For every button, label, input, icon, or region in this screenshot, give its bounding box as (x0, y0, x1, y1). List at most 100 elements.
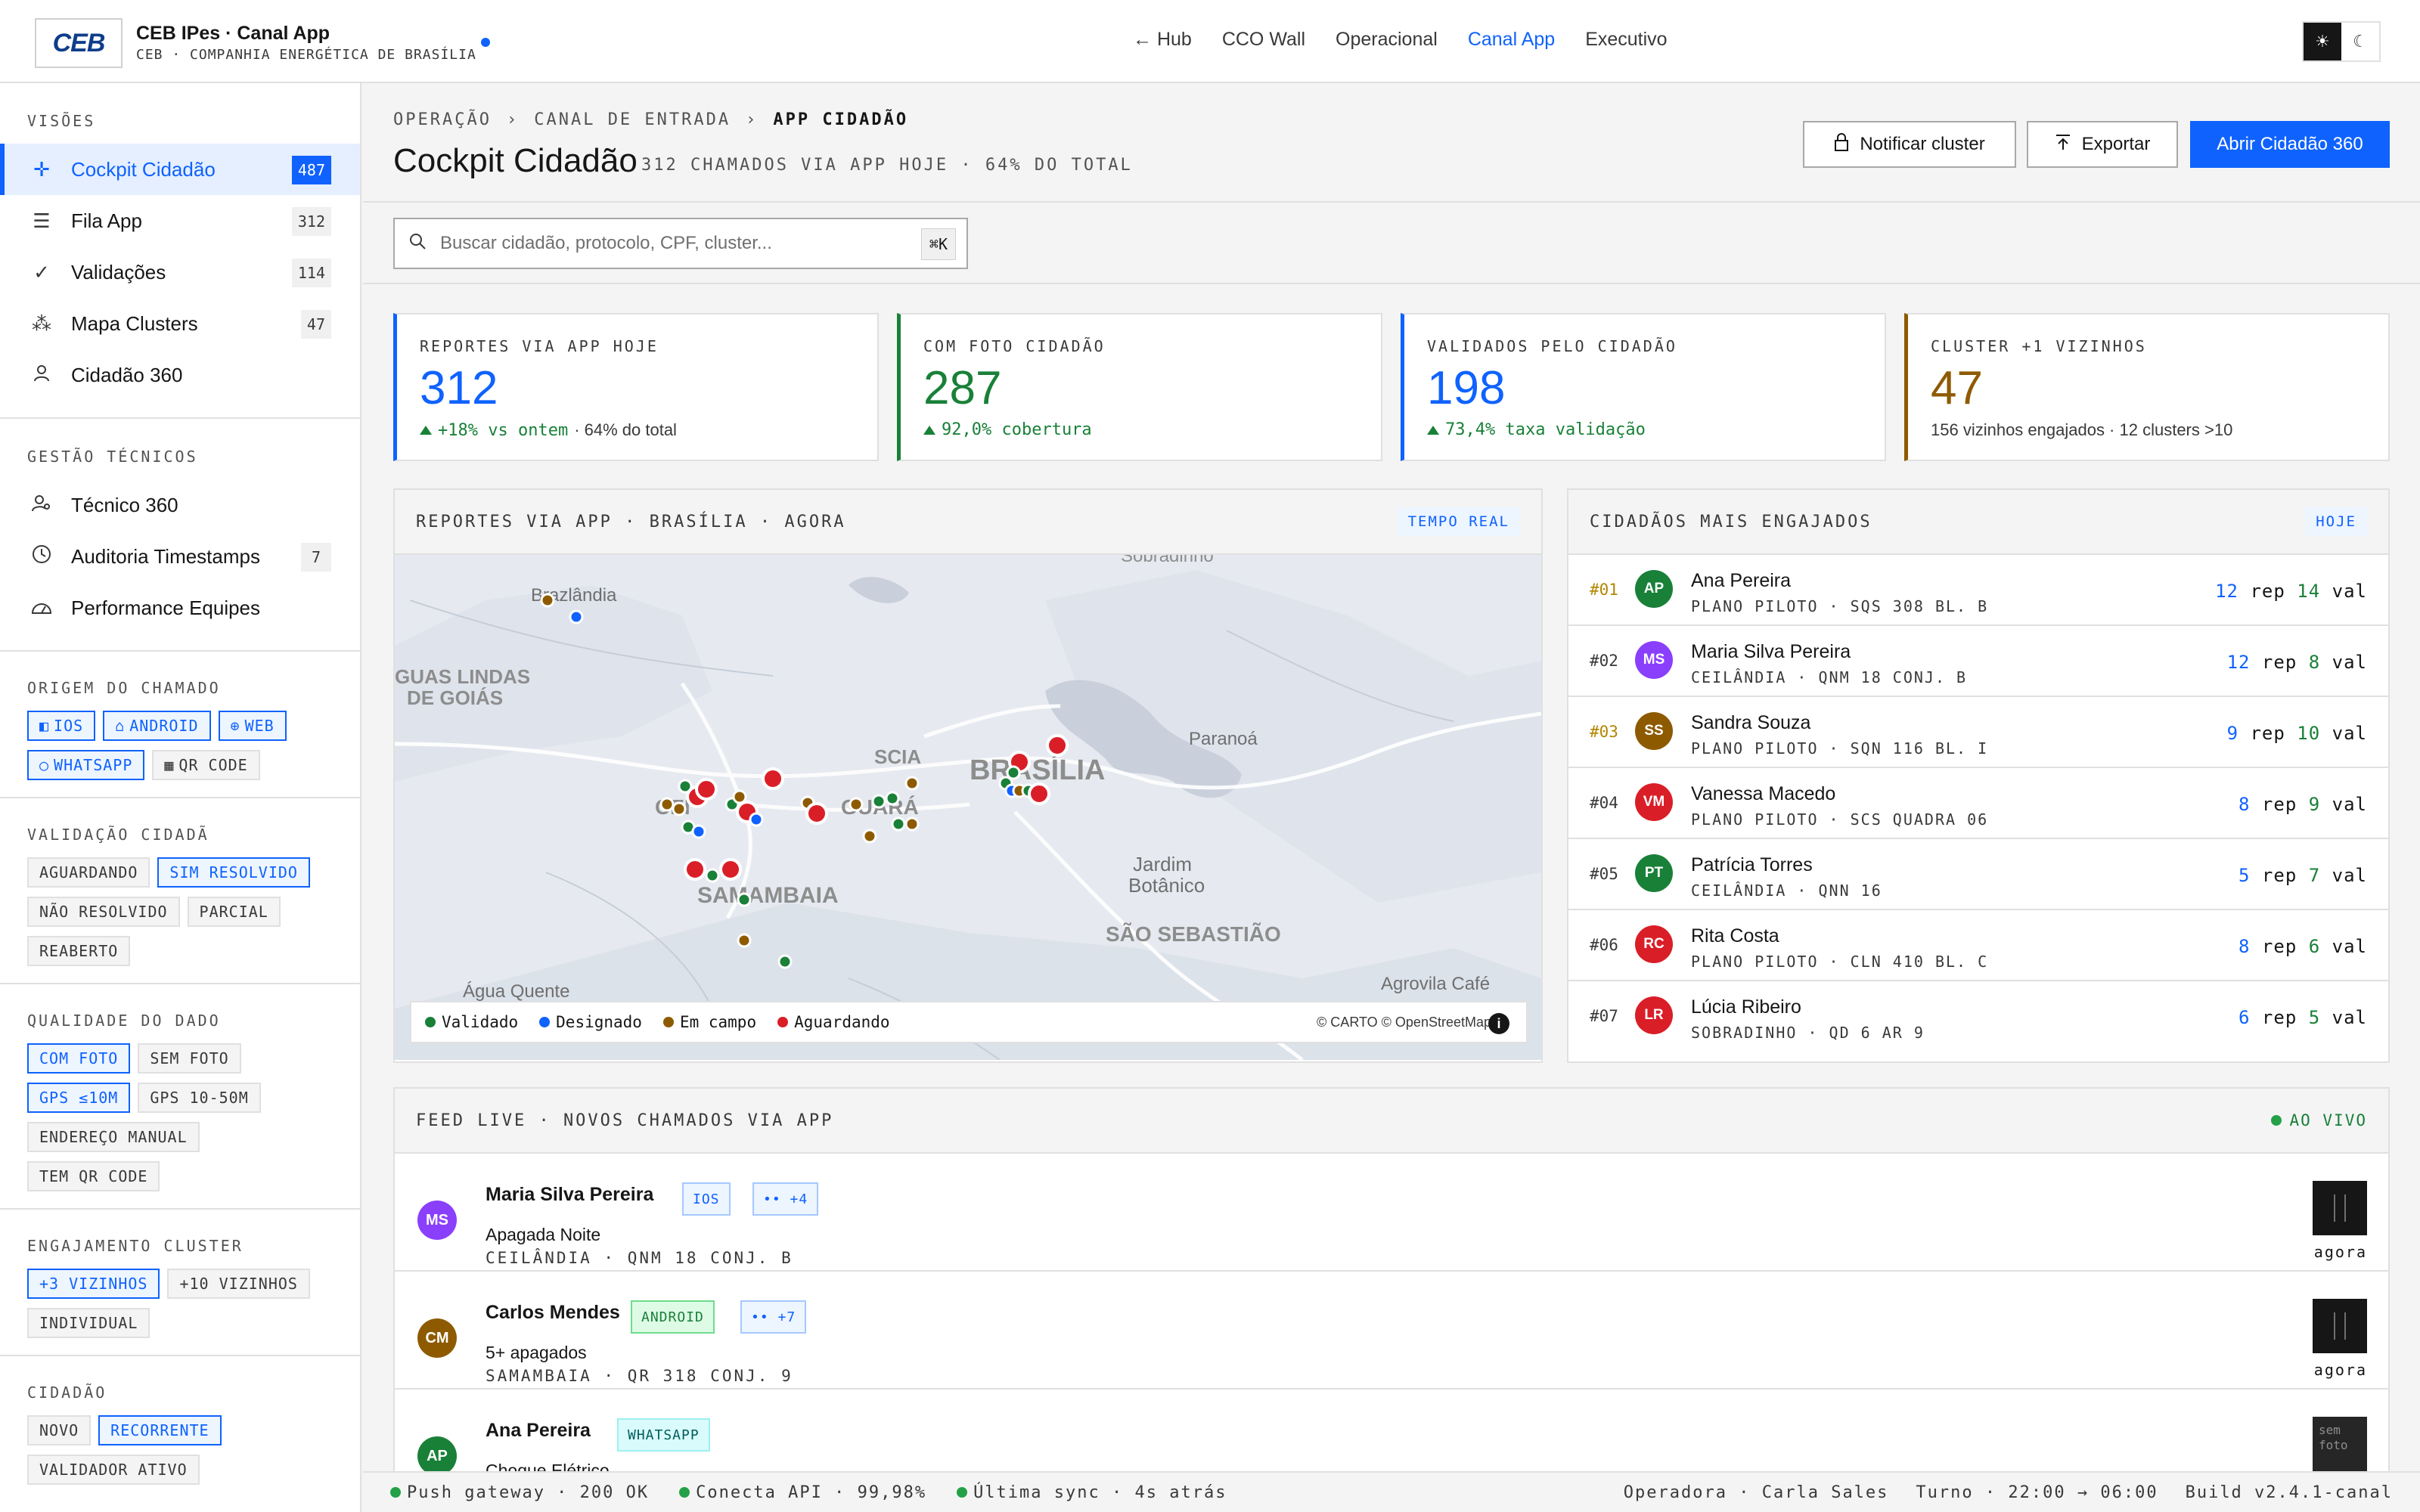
nav-operacional[interactable]: Operacional (1336, 29, 1438, 51)
chip-web[interactable]: ⊕ WEB (218, 711, 287, 741)
cluster-tag[interactable]: •• +4 (752, 1182, 819, 1216)
chip-tem-qr-code[interactable]: TEM QR CODE (27, 1161, 160, 1191)
nav-hub[interactable]: ← Hub (1133, 29, 1192, 51)
search-input[interactable] (440, 233, 894, 254)
map-marker[interactable] (737, 892, 752, 907)
chip-sim-resolvido[interactable]: SIM RESOLVIDO (157, 857, 310, 888)
photo-thumbnail[interactable] (2313, 1299, 2367, 1353)
sidebar-item-auditoria-timestamps[interactable]: Auditoria Timestamps 7 (0, 531, 360, 582)
citizen-row[interactable]: #06 RC Rita Costa PLANO PILOTO · CLN 410 BL… (1568, 910, 2388, 981)
map-marker[interactable] (762, 767, 784, 790)
sidebar-item-cidadao-360[interactable]: Cidadão 360 (0, 349, 360, 401)
chip-ios[interactable]: ◧ IOS (27, 711, 96, 741)
map-marker[interactable] (862, 829, 877, 844)
rep-count: 6 (2238, 1007, 2251, 1028)
map-marker[interactable] (904, 816, 920, 832)
map-canvas[interactable]: Brazlândia GUAS LINDAS DE GOIÁS CEI SCIA… (395, 555, 1541, 1060)
kpi-card-com-foto[interactable]: COM FOTO CIDADÃO 287 92,0% cobertura (897, 313, 1382, 461)
map-marker[interactable] (659, 797, 675, 812)
map-marker[interactable] (695, 778, 718, 801)
map-marker[interactable] (904, 776, 920, 791)
breadcrumb-item[interactable]: OPERAÇÃO (393, 110, 492, 129)
chip-whatsapp[interactable]: ○ WHATSAPP (27, 750, 145, 780)
photo-thumbnail[interactable] (2313, 1181, 2367, 1235)
ceb-logo[interactable]: CEB (35, 18, 123, 68)
chip-validador-ativo[interactable]: VALIDADOR ATIVO (27, 1455, 200, 1485)
info-icon[interactable]: i (1488, 1013, 1509, 1034)
filter-cidadao: CIDADÃO NOVO RECORRENTE VALIDADOR ATIVO (0, 1356, 360, 1501)
nav-cco-wall[interactable]: CCO Wall (1222, 29, 1305, 51)
map-marker[interactable] (732, 789, 747, 804)
nav-canal-app[interactable]: Canal App (1468, 29, 1555, 51)
map-marker[interactable] (737, 933, 752, 948)
chip-nao-resolvido[interactable]: NÃO RESOLVIDO (27, 897, 180, 927)
notify-cluster-button[interactable]: Notificar cluster (1803, 121, 2016, 168)
chip-sem-foto[interactable]: SEM FOTO (138, 1043, 241, 1074)
chip-qr-code[interactable]: ▦ QR CODE (152, 750, 260, 780)
chip-gps-10m[interactable]: GPS ≤10M (27, 1083, 131, 1113)
sidebar-item-tecnico-360[interactable]: Técnico 360 (0, 479, 360, 531)
map-marker[interactable] (672, 801, 687, 816)
map-marker[interactable] (684, 858, 706, 881)
sidebar-item-fila-app[interactable]: ☰ Fila App 312 (0, 195, 360, 246)
citizen-row[interactable]: #05 PT Patrícia Torres CEILÂNDIA · QNN 16 5 … (1568, 839, 2388, 910)
map-marker[interactable] (871, 794, 886, 809)
kpi-card-cluster[interactable]: CLUSTER +1 VIZINHOS 47 156 vizinhos enga… (1904, 313, 2390, 461)
map-marker[interactable] (569, 609, 584, 624)
open-cidadao-360-button[interactable]: Abrir Cidadão 360 (2190, 121, 2390, 168)
chip-novo[interactable]: NOVO (27, 1415, 92, 1445)
sidebar-item-validacoes[interactable]: ✓ Validações 114 (0, 246, 360, 298)
map-marker[interactable] (719, 858, 742, 881)
rep-count: 12 (2215, 581, 2239, 602)
chip-android[interactable]: ⌂ ANDROID (103, 711, 211, 741)
chip-recorrente[interactable]: RECORRENTE (98, 1415, 222, 1445)
avatar: PT (1635, 854, 1673, 892)
chip-com-foto[interactable]: COM FOTO (27, 1043, 131, 1074)
chip-individual[interactable]: INDIVIDUAL (27, 1308, 150, 1338)
citizen-row[interactable]: #01 AP Ana Pereira PLANO PILOTO · SQS 308 B… (1568, 555, 2388, 626)
map-marker[interactable] (777, 954, 793, 969)
map-marker[interactable] (849, 797, 864, 812)
chip-reaberto[interactable]: REABERTO (27, 936, 131, 966)
sidebar-item-mapa-clusters[interactable]: ⁂ Mapa Clusters 47 (0, 298, 360, 349)
export-button[interactable]: Exportar (2027, 121, 2178, 168)
map-marker[interactable] (749, 812, 764, 827)
cluster-tag[interactable]: •• +7 (740, 1300, 807, 1334)
citizen-row[interactable]: #07 LR Lúcia Ribeiro SOBRADINHO · QD 6 AR 9… (1568, 981, 2388, 1052)
citizen-row[interactable]: #02 MS Maria Silva Pereira CEILÂNDIA · QNM … (1568, 626, 2388, 697)
sidebar-item-cockpit-cidadao[interactable]: ✛ Cockpit Cidadão 487 (0, 144, 360, 195)
citizen-row[interactable]: #03 SS Sandra Souza PLANO PILOTO · SQN 116 … (1568, 697, 2388, 768)
breadcrumb-item[interactable]: CANAL DE ENTRADA (534, 110, 731, 129)
light-theme-icon[interactable]: ☀ (2304, 23, 2341, 60)
feed-item[interactable]: MS Maria Silva Pereira IOS •• +4 Apagada Noi… (395, 1154, 2388, 1272)
chip-parcial[interactable]: PARCIAL (187, 897, 281, 927)
dark-theme-icon[interactable]: ☾ (2341, 23, 2379, 60)
map-marker[interactable] (540, 593, 555, 608)
feed-item[interactable]: CM Carlos Mendes ANDROID •• +7 5+ apagados SA… (395, 1272, 2388, 1390)
chip-endereco-manual[interactable]: ENDEREÇO MANUAL (27, 1122, 200, 1152)
citizen-name: Vanessa Macedo (1691, 783, 1836, 804)
map-marker[interactable] (885, 791, 900, 806)
chip-10-vizinhos[interactable]: +10 VIZINHOS (167, 1269, 310, 1299)
rep-count: 5 (2238, 865, 2251, 886)
map-marker[interactable] (1028, 782, 1050, 805)
chip-aguardando[interactable]: AGUARDANDO (27, 857, 150, 888)
kpi-card-reportes[interactable]: REPORTES VIA APP HOJE 312 +18% vs ontem … (393, 313, 879, 461)
live-indicator: AO VIVO (2271, 1111, 2367, 1129)
sidebar-item-performance-equipes[interactable]: Performance Equipes (0, 582, 360, 634)
map-marker[interactable] (705, 868, 720, 883)
citizen-stats: 12 rep 8 val (2227, 652, 2367, 673)
chip-3-vizinhos[interactable]: +3 VIZINHOS (27, 1269, 160, 1299)
nav-executivo[interactable]: Executivo (1585, 29, 1667, 51)
map-marker[interactable] (805, 802, 828, 825)
trend-up-icon (923, 425, 935, 435)
origin-tag: ANDROID (631, 1300, 715, 1334)
kpi-card-validados[interactable]: VALIDADOS PELO CIDADÃO 198 73,4% taxa va… (1401, 313, 1886, 461)
map-marker[interactable] (891, 816, 906, 832)
citizen-row[interactable]: #04 VM Vanessa Macedo PLANO PILOTO · SCS QU… (1568, 768, 2388, 839)
chip-gps-10-50m[interactable]: GPS 10-50M (138, 1083, 261, 1113)
map-marker[interactable] (1046, 734, 1069, 757)
map-marker[interactable] (691, 824, 706, 839)
feed-item[interactable]: AP Ana Pereira WHATSAPP Choque Elétrico sem … (395, 1390, 2388, 1479)
filter-heading: QUALIDADE DO DADO (27, 1012, 221, 1030)
